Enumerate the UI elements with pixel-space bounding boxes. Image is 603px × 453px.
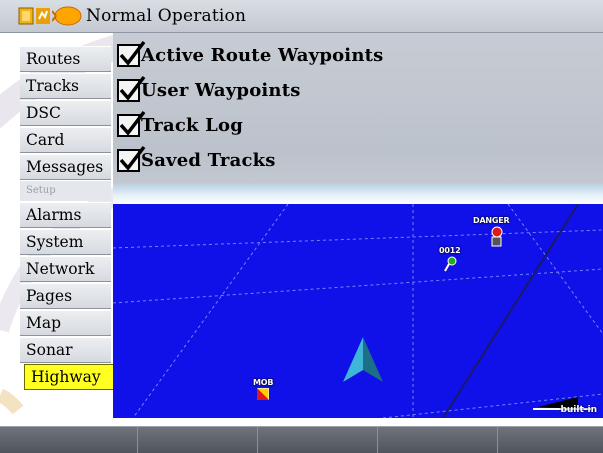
danger-waypoint[interactable]: DANGER: [473, 216, 513, 256]
checkmark-icon: [119, 110, 146, 136]
signal-icon: [36, 8, 50, 24]
track-log-checkbox[interactable]: [117, 110, 146, 137]
danger-waypoint-label: DANGER: [473, 216, 510, 225]
sidebar-item-network[interactable]: Network: [20, 256, 111, 282]
softkey-5[interactable]: [498, 427, 603, 453]
softkey-1[interactable]: [0, 427, 138, 453]
sidebar-section-setup: Setup: [20, 181, 111, 201]
option-label: User Waypoints: [141, 80, 301, 101]
mob-label: MOB: [253, 378, 274, 387]
sidebar-item-card[interactable]: Card: [20, 127, 111, 153]
option-active-route-waypoints[interactable]: Active Route Waypoints: [117, 38, 603, 73]
sidebar-item-messages[interactable]: Messages: [20, 154, 111, 180]
scale-label: built-in: [560, 405, 597, 415]
highway-options-panel: Active Route Waypoints User Waypoints Tr…: [113, 33, 603, 205]
checkmark-icon: [119, 75, 146, 101]
sidebar-item-routes[interactable]: Routes: [20, 46, 111, 72]
softkey-bar: [0, 426, 603, 453]
saved-tracks-checkbox[interactable]: [117, 145, 146, 172]
user-waypoints-checkbox[interactable]: [117, 75, 146, 102]
horizon-sky: [113, 183, 603, 205]
title-bar: Normal Operation: [0, 0, 603, 33]
softkey-3[interactable]: [258, 427, 378, 453]
option-saved-tracks[interactable]: Saved Tracks: [117, 143, 603, 178]
softkey-4[interactable]: [378, 427, 498, 453]
sidebar-item-dsc[interactable]: DSC: [20, 100, 111, 126]
sidebar-item-pages[interactable]: Pages: [20, 283, 111, 309]
checkmark-icon: [119, 40, 146, 66]
sidebar-item-alarms[interactable]: Alarms: [20, 202, 111, 228]
vessel-icon: [343, 337, 383, 382]
option-label: Active Route Waypoints: [141, 45, 384, 66]
user-waypoint-0012[interactable]: 0012: [436, 246, 470, 276]
status-icons: [18, 5, 82, 27]
sidebar-item-tracks[interactable]: Tracks: [20, 73, 111, 99]
option-user-waypoints[interactable]: User Waypoints: [117, 73, 603, 108]
sidebar-item-sonar[interactable]: Sonar: [20, 337, 111, 363]
highway-map-view[interactable]: DANGER 0012 MOB built-in: [113, 204, 603, 418]
option-track-log[interactable]: Track Log: [117, 108, 603, 143]
waypoint-flag-icon: [444, 256, 457, 272]
option-label: Saved Tracks: [141, 150, 276, 171]
active-route-waypoints-checkbox[interactable]: [117, 40, 146, 67]
sidebar-item-highway[interactable]: Highway: [24, 364, 115, 390]
softkey-2[interactable]: [138, 427, 258, 453]
waypoint-flag-icon: [491, 226, 503, 247]
checkmark-icon: [119, 145, 146, 171]
option-label: Track Log: [141, 115, 243, 136]
gps-icon: [18, 7, 34, 25]
sidebar-item-map[interactable]: Map: [20, 310, 111, 336]
sidebar-item-system[interactable]: System: [20, 229, 111, 255]
mob-icon: [257, 388, 269, 400]
mob-marker[interactable]: MOB: [253, 378, 279, 404]
sidebar-menu: Routes Tracks DSC Card Messages Setup Al…: [20, 46, 115, 391]
perspective-grid: [113, 204, 603, 418]
page-title: Normal Operation: [86, 6, 247, 26]
user-waypoint-label: 0012: [439, 246, 461, 255]
sun-icon: [52, 6, 82, 26]
